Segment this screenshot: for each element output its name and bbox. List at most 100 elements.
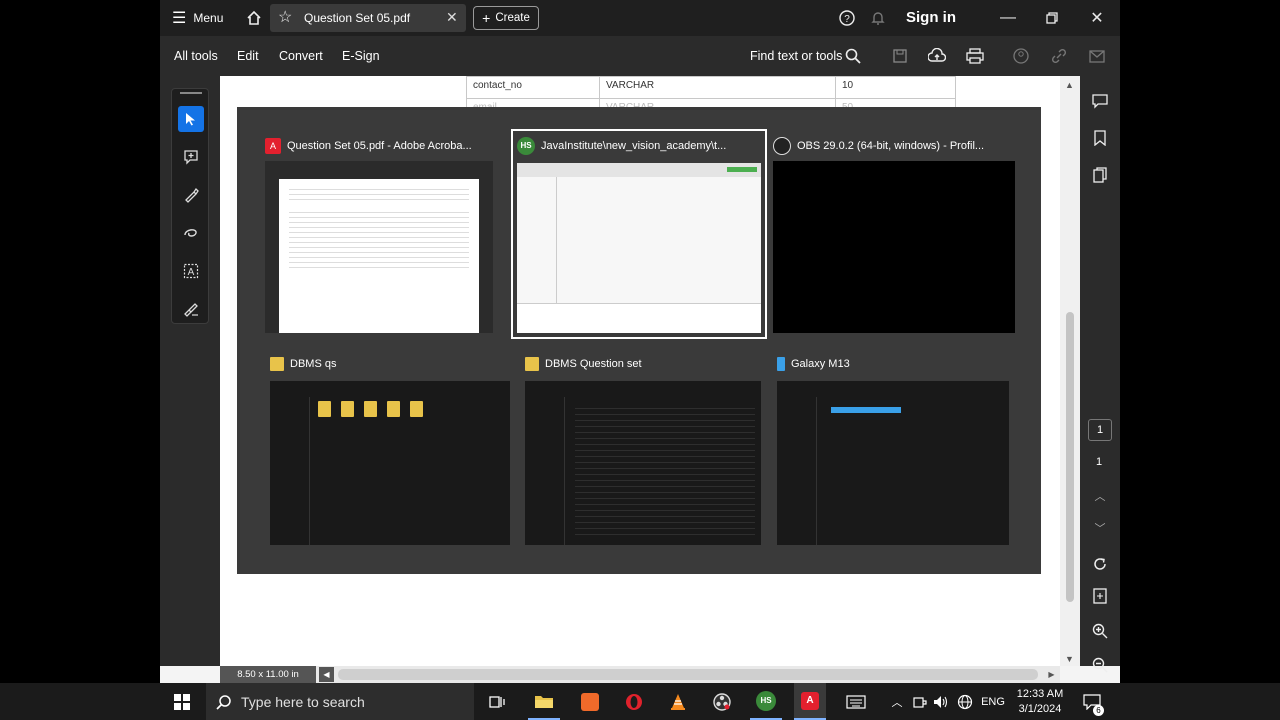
close-window-icon[interactable]: ✕ [1085,6,1109,30]
refresh-icon[interactable] [1088,553,1112,575]
add-comment-icon[interactable] [178,144,204,170]
scroll-up-arrow[interactable]: ▲ [1065,80,1074,90]
left-tool-rail: A [160,76,220,666]
page-number-input[interactable]: 1 [1088,419,1112,441]
next-page-icon[interactable]: ﹀ [1090,520,1110,536]
windows-start-icon[interactable] [166,683,198,720]
share-user-icon[interactable] [1010,45,1032,67]
app-orange-icon[interactable] [574,683,606,720]
comments-panel-icon[interactable] [1088,90,1112,112]
tray-overflow-icon[interactable]: ︿ [888,683,906,720]
thumb-nav-pane [525,397,565,545]
hscroll-right-arrow[interactable]: ▶ [1044,667,1059,682]
window-title: JavaInstitute\new_vision_academy\t... [541,140,727,152]
obs-taskbar-icon[interactable] [706,683,738,720]
mail-icon[interactable] [1086,45,1108,67]
window-title: DBMS qs [290,358,337,370]
file-explorer-icon[interactable] [528,683,560,720]
bookmarks-icon[interactable] [1088,127,1112,149]
sign-stamp-icon[interactable] [178,296,204,322]
previous-page-icon[interactable]: ︿ [1090,488,1110,504]
switcher-window-heidisql[interactable]: HS JavaInstitute\new_vision_academy\t... [517,133,761,333]
create-button[interactable]: + Create [473,6,539,30]
link-icon[interactable] [1048,45,1070,67]
heidisql-taskbar-icon[interactable]: HS [750,683,782,720]
close-tab-icon[interactable]: ✕ [446,9,458,26]
svg-text:?: ? [844,14,850,25]
home-icon[interactable] [242,6,266,30]
save-icon[interactable] [890,46,910,66]
cloud-upload-icon[interactable] [926,45,948,67]
minimize-icon[interactable]: — [996,6,1020,30]
notifications-icon[interactable]: 6 [1078,683,1106,720]
svg-text:A: A [188,267,195,278]
edit-button[interactable]: Edit [237,49,259,63]
thumb-row [289,263,469,268]
window-thumbnail [265,161,493,333]
zoom-out-icon[interactable] [1088,654,1112,676]
scroll-thumb[interactable] [1066,312,1074,602]
windows-taskbar: Type here to search HS A ︿ ENG 12:33 AM … [0,683,1280,720]
esign-button[interactable]: E-Sign [342,49,380,63]
find-tools-button[interactable]: Find text or tools [750,49,842,63]
scroll-down-arrow[interactable]: ▼ [1065,654,1074,664]
heidisql-icon: HS [517,137,535,155]
switcher-window-acrobat[interactable]: A Question Set 05.pdf - Adobe Acroba... [265,133,505,333]
search-icon[interactable] [842,45,864,67]
taskbar-search-box[interactable]: Type here to search [206,683,474,720]
window-title: OBS 29.0.2 (64-bit, windows) - Profil... [797,140,985,152]
vertical-scrollbar[interactable]: ▲ ▼ [1060,76,1080,666]
notification-count-badge: 6 [1093,705,1104,716]
notification-bell-icon[interactable] [868,8,888,28]
zoom-in-icon[interactable] [1088,620,1112,642]
table-cell-size: 10 [835,76,956,99]
clock[interactable]: 12:33 AM 3/1/2024 [1010,683,1070,720]
onedrive-icon[interactable] [910,683,930,720]
fit-page-icon[interactable] [1088,585,1112,607]
thumb-file-list [575,403,755,538]
select-pointer-icon[interactable] [178,106,204,132]
task-view-icon[interactable] [484,683,510,720]
thumb-toolbar [517,163,761,177]
switcher-window-obs[interactable]: OBS 29.0.2 (64-bit, windows) - Profil... [773,133,1017,333]
print-icon[interactable] [964,45,986,67]
vlc-icon[interactable] [662,683,694,720]
acrobat-taskbar-icon[interactable]: A [794,683,826,720]
keyboard-icon[interactable] [842,683,870,720]
text-box-icon[interactable]: A [178,258,204,284]
convert-button[interactable]: Convert [279,49,323,63]
drag-handle[interactable] [180,92,202,94]
horizontal-scroll-thumb[interactable] [338,669,1038,680]
switcher-window-dbms-question-set[interactable]: DBMS Question set [525,351,761,551]
thumb-page [279,179,479,333]
menu-button[interactable]: ☰ Menu [172,0,223,36]
volume-icon[interactable] [931,683,951,720]
folder-icon [270,357,284,371]
highlight-pen-icon[interactable] [178,182,204,208]
restore-icon[interactable] [1040,6,1064,30]
opera-icon[interactable] [618,683,650,720]
title-bar: ☰ Menu ☆ Question Set 05.pdf ✕ + Create … [160,0,1120,36]
acrobat-tile: A [801,691,819,710]
help-icon[interactable]: ? [837,8,857,28]
star-icon[interactable]: ☆ [278,7,292,27]
tab-title: Question Set 05.pdf [304,11,411,25]
language-indicator[interactable]: ENG [979,683,1007,720]
window-thumbnail [773,161,1015,333]
page-total: 1 [1096,456,1103,468]
hscroll-left-arrow[interactable]: ◀ [319,667,334,682]
thumb-folders [318,401,433,422]
search-icon [216,694,231,710]
all-tools-button[interactable]: All tools [174,49,218,63]
switcher-window-dbms-qs[interactable]: DBMS qs [270,351,510,551]
page-thumbnails-icon[interactable] [1088,164,1112,186]
thumb-green-bar [727,167,757,172]
draw-freehand-icon[interactable] [178,220,204,246]
document-tab[interactable]: ☆ Question Set 05.pdf ✕ [270,4,466,32]
quick-tools-panel: A [171,88,209,324]
sign-in-button[interactable]: Sign in [906,9,956,26]
right-panel-rail: 1 1 ︿ ﹀ [1080,76,1120,673]
network-globe-icon[interactable] [955,683,975,720]
switcher-window-galaxy-m13[interactable]: Galaxy M13 [777,351,1011,551]
hs-badge: HS [756,690,776,711]
